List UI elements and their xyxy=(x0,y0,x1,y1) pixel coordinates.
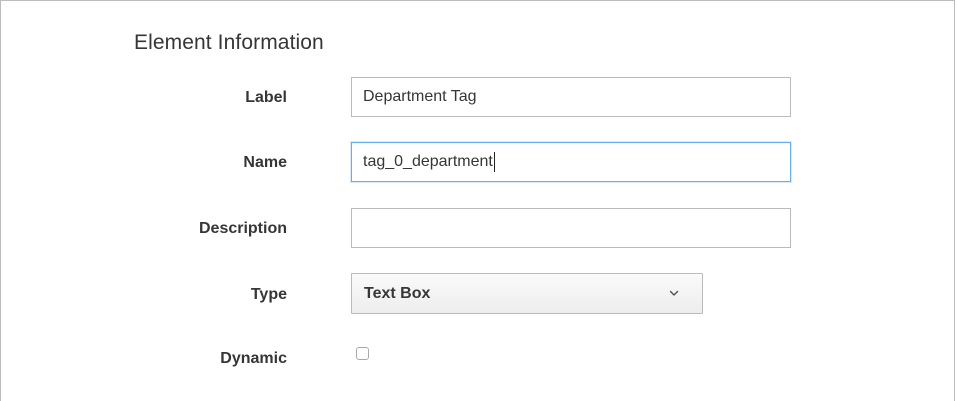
name-field-label: Name xyxy=(243,154,287,171)
type-field-label: Type xyxy=(250,286,287,303)
description-input[interactable] xyxy=(351,208,791,248)
name-input-value: tag_0_department xyxy=(363,153,493,171)
type-select-value: Text Box xyxy=(364,285,431,302)
chevron-down-icon xyxy=(669,290,679,296)
label-field-label: Label xyxy=(245,89,287,106)
label-input[interactable]: Department Tag xyxy=(351,77,791,117)
dynamic-checkbox[interactable] xyxy=(356,347,369,360)
text-cursor xyxy=(493,152,495,172)
name-input-value-wrap: tag_0_department xyxy=(363,152,495,172)
dynamic-field-label: Dynamic xyxy=(220,350,287,367)
description-field-label: Description xyxy=(198,220,287,237)
form-panel: Element Information Label Department Tag… xyxy=(0,0,955,401)
section-title: Element Information xyxy=(134,31,324,54)
type-select[interactable]: Text Box xyxy=(351,273,703,314)
label-input-value: Department Tag xyxy=(363,88,477,105)
name-input[interactable]: tag_0_department xyxy=(351,142,791,182)
